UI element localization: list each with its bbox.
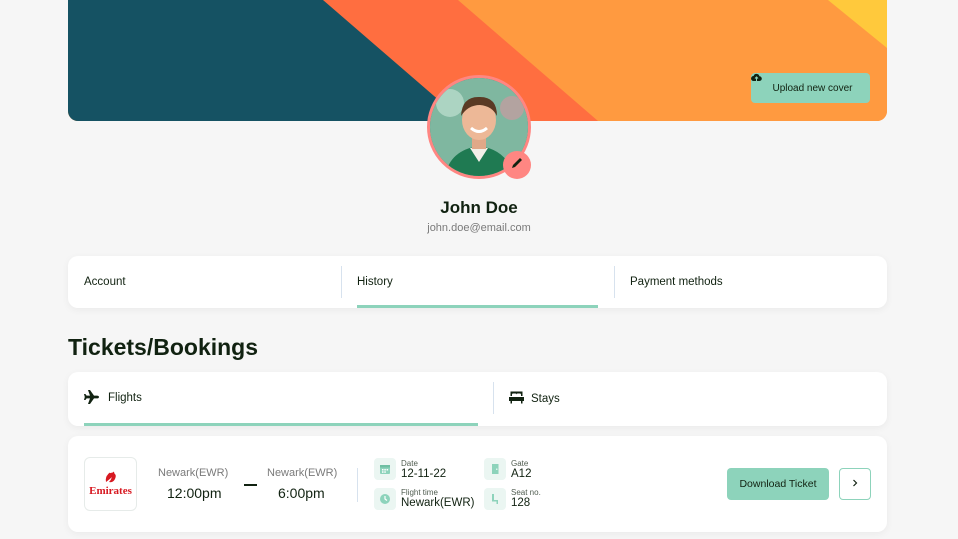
flight-time-value: Newark(EWR) [401, 497, 475, 509]
door-icon [484, 458, 506, 480]
airline-logo: Emirates [84, 457, 137, 511]
tab-account-label: Account [84, 276, 126, 288]
seat-value: 128 [511, 497, 531, 509]
subtab-active-indicator [84, 423, 478, 426]
tab-history[interactable]: History [357, 256, 393, 308]
arrival-airport: Newark(EWR) [267, 467, 338, 479]
tab-divider [341, 266, 342, 298]
pencil-icon [510, 156, 524, 175]
departure-time: 12:00pm [167, 485, 222, 501]
airline-emblem [105, 471, 116, 483]
bed-icon [509, 391, 524, 407]
seat-label: Seat no. [511, 488, 541, 497]
download-ticket-button[interactable]: Download Ticket [727, 468, 829, 500]
tab-history-label: History [357, 276, 393, 288]
card-divider [357, 468, 358, 502]
gate-value: A12 [511, 468, 532, 480]
tab-divider [614, 266, 615, 298]
gate-label: Gate [511, 459, 529, 468]
clock-icon [374, 488, 396, 510]
tab-stays[interactable]: Stays [509, 372, 560, 426]
route-dash [244, 484, 257, 486]
calendar-icon [374, 458, 396, 480]
edit-avatar-button[interactable] [503, 151, 531, 179]
date-value: 12-11-22 [401, 468, 447, 480]
booking-type-tabs: Flights Stays [68, 372, 887, 426]
subtab-divider [493, 382, 494, 414]
airplane-icon [84, 389, 100, 407]
upload-cover-label: Upload new cover [772, 82, 853, 94]
profile-tabs: Account History Payment methods [68, 256, 887, 308]
departure-airport: Newark(EWR) [158, 467, 229, 479]
tab-payment-methods-label: Payment methods [630, 276, 723, 288]
view-booking-button[interactable] [839, 468, 871, 500]
tab-stays-label: Stays [531, 393, 560, 405]
profile-email: john.doe@email.com [427, 222, 531, 234]
seat-icon [484, 488, 506, 510]
tab-account[interactable]: Account [84, 256, 126, 308]
booking-card: Emirates Newark(EWR) 12:00pm Newark(EWR)… [68, 436, 887, 532]
date-label: Date [401, 459, 418, 468]
profile-name: John Doe [440, 198, 518, 217]
avatar-container [427, 75, 531, 179]
upload-cover-button[interactable]: Upload new cover [751, 73, 870, 103]
tab-payment-methods[interactable]: Payment methods [630, 256, 723, 308]
flight-time-label: Flight time [401, 488, 438, 497]
section-title: Tickets/Bookings [68, 334, 259, 360]
chevron-right-icon [851, 475, 859, 493]
arrival-time: 6:00pm [278, 485, 325, 501]
airline-logo-text: Emirates [89, 485, 132, 497]
tab-active-indicator [357, 305, 598, 308]
tab-flights[interactable]: Flights [84, 372, 142, 424]
tab-flights-label: Flights [108, 392, 142, 404]
